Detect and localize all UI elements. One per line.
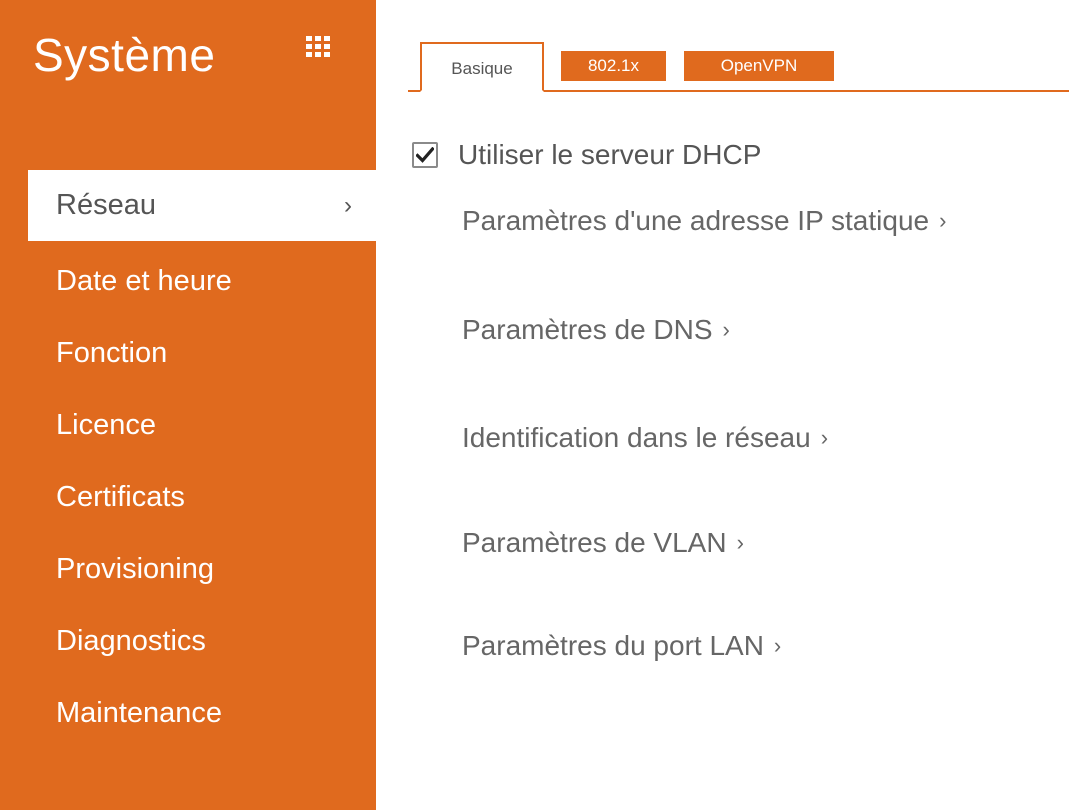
tab-802-1x[interactable]: 802.1x xyxy=(561,51,666,81)
tab-label: OpenVPN xyxy=(720,56,798,75)
tab-bar: Basique 802.1x OpenVPN xyxy=(408,40,1069,92)
vlan-settings-link[interactable]: Paramètres de VLAN › xyxy=(462,527,744,559)
sidebar-item-label: Maintenance xyxy=(56,696,223,729)
sidebar-nav: Réseau › Date et heure Fonction Licence … xyxy=(28,170,376,749)
sidebar-item-licence[interactable]: Licence xyxy=(28,389,376,461)
dhcp-checkbox[interactable] xyxy=(412,142,438,168)
sidebar-item-fonction[interactable]: Fonction xyxy=(28,317,376,389)
link-label: Identification dans le réseau xyxy=(462,422,811,453)
link-label: Paramètres de VLAN xyxy=(462,527,727,558)
tab-label: Basique xyxy=(451,59,513,78)
sidebar-item-label: Provisioning xyxy=(56,552,214,585)
tab-label: 802.1x xyxy=(587,56,640,75)
sidebar-item-maintenance[interactable]: Maintenance xyxy=(28,677,376,749)
sidebar-item-label: Licence xyxy=(56,408,156,441)
lan-port-settings-link[interactable]: Paramètres du port LAN › xyxy=(462,630,781,662)
sidebar-item-label: Date et heure xyxy=(56,264,232,297)
checkmark-icon xyxy=(416,147,434,163)
sidebar: Système Réseau › Date et heure Fonction … xyxy=(0,0,376,810)
sidebar-item-label: Réseau xyxy=(56,189,156,221)
sidebar-item-diagnostics[interactable]: Diagnostics xyxy=(28,605,376,677)
apps-grid-icon[interactable] xyxy=(306,36,330,58)
dhcp-label: Utiliser le serveur DHCP xyxy=(458,139,762,170)
dns-settings-link[interactable]: Paramètres de DNS › xyxy=(462,314,730,346)
network-identification-link[interactable]: Identification dans le réseau › xyxy=(462,422,828,454)
sidebar-item-date-et-heure[interactable]: Date et heure xyxy=(28,245,376,317)
sidebar-item-reseau[interactable]: Réseau › xyxy=(28,170,376,241)
sidebar-item-label: Fonction xyxy=(56,336,168,369)
sidebar-item-label: Certificats xyxy=(56,480,185,513)
dhcp-option: Utiliser le serveur DHCP xyxy=(412,139,761,171)
chevron-right-icon: › xyxy=(773,633,782,658)
page-title: Système xyxy=(33,29,216,81)
chevron-right-icon: › xyxy=(736,530,744,555)
chevron-right-icon: › xyxy=(722,317,730,342)
tab-basique[interactable]: Basique xyxy=(420,42,544,92)
static-ip-settings-link[interactable]: Paramètres d'une adresse IP statique › xyxy=(462,205,946,237)
sidebar-item-label: Diagnostics xyxy=(56,624,206,657)
sidebar-item-certificats[interactable]: Certificats xyxy=(28,461,376,533)
link-label: Paramètres du port LAN xyxy=(462,630,764,661)
sidebar-item-provisioning[interactable]: Provisioning xyxy=(28,533,376,605)
link-label: Paramètres de DNS xyxy=(462,314,713,345)
link-label: Paramètres d'une adresse IP statique xyxy=(462,205,930,236)
chevron-right-icon: › xyxy=(939,208,947,233)
tab-openvpn[interactable]: OpenVPN xyxy=(684,51,834,81)
chevron-right-icon: › xyxy=(820,425,829,450)
chevron-right-icon: › xyxy=(344,191,352,219)
